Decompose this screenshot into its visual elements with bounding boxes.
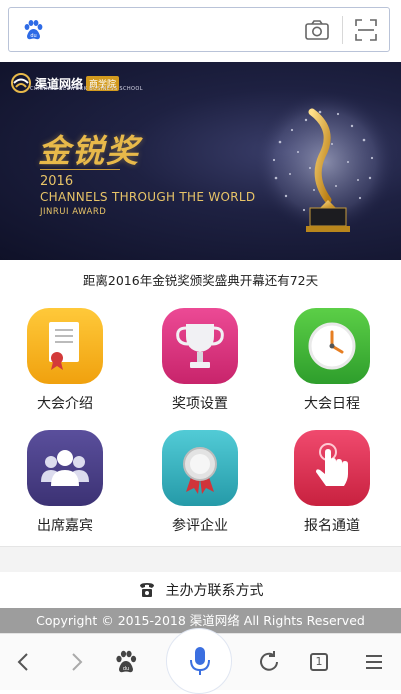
contact-label: 主办方联系方式 bbox=[165, 583, 264, 599]
chevron-right-icon[interactable] bbox=[62, 648, 90, 676]
clock-icon bbox=[294, 308, 370, 384]
contact-organizer-link[interactable]: 主办方联系方式 bbox=[0, 572, 401, 608]
refresh-icon[interactable] bbox=[255, 648, 283, 676]
touch-hand-icon bbox=[294, 430, 370, 506]
menu-item-companies[interactable]: 参评企业 bbox=[140, 425, 260, 540]
camera-icon[interactable] bbox=[304, 18, 330, 42]
award-year: 2016 bbox=[40, 174, 74, 189]
menu-item-label: 大会日程 bbox=[304, 396, 360, 412]
baidu-paw-icon[interactable]: du bbox=[112, 648, 140, 676]
tabs-count: 1 bbox=[315, 655, 323, 668]
brand-subtitle: CHANNEL NETWORK BUSINESS SCHOOL bbox=[30, 86, 143, 92]
menu-item-label: 参评企业 bbox=[172, 518, 228, 534]
menu-icon[interactable] bbox=[360, 648, 388, 676]
award-title: 金锐奖 bbox=[38, 132, 141, 170]
guests-icon bbox=[27, 430, 103, 506]
menu-item-label: 报名通道 bbox=[304, 518, 360, 534]
tabs-button[interactable]: 1 bbox=[305, 648, 333, 676]
medal-icon bbox=[162, 430, 238, 506]
menu-item-conference-intro[interactable]: 大会介绍 bbox=[5, 303, 125, 418]
section-divider bbox=[0, 546, 401, 572]
chevron-left-icon[interactable] bbox=[10, 648, 38, 676]
top-bar: du bbox=[0, 0, 401, 62]
channel-network-logo-icon bbox=[11, 73, 31, 93]
menu-item-schedule[interactable]: 大会日程 bbox=[272, 303, 392, 418]
menu-item-registration[interactable]: 报名通道 bbox=[272, 425, 392, 540]
menu-item-guests[interactable]: 出席嘉宾 bbox=[5, 425, 125, 540]
trophy-icon bbox=[162, 308, 238, 384]
menu-item-label: 出席嘉宾 bbox=[37, 518, 93, 534]
award-headline: CHANNELS THROUGH THE WORLD bbox=[40, 190, 256, 204]
document-certificate-icon bbox=[27, 308, 103, 384]
award-banner[interactable]: 渠道网络 商学院 CHANNEL NETWORK BUSINESS SCHOOL… bbox=[0, 62, 401, 260]
countdown-text: 距离2016年金锐奖颁奖盛典开幕还有72天 bbox=[82, 273, 319, 288]
svg-text:du: du bbox=[123, 666, 129, 672]
browser-bottom-bar: du 1 bbox=[0, 628, 401, 694]
globe-trophy-graphic bbox=[253, 90, 397, 234]
scan-icon[interactable] bbox=[354, 18, 378, 42]
svg-text:du: du bbox=[30, 33, 36, 39]
voice-search-button[interactable] bbox=[166, 628, 232, 694]
award-subline: JINRUI AWARD bbox=[40, 207, 107, 217]
menu-item-awards[interactable]: 奖项设置 bbox=[140, 303, 260, 418]
menu-item-label: 大会介绍 bbox=[37, 396, 93, 412]
menu-item-label: 奖项设置 bbox=[172, 396, 228, 412]
microphone-icon bbox=[190, 647, 210, 675]
baidu-paw-icon[interactable]: du bbox=[21, 18, 45, 42]
search-box[interactable]: du bbox=[8, 7, 390, 52]
award-underline bbox=[40, 169, 120, 170]
telephone-icon bbox=[139, 583, 154, 597]
separator bbox=[342, 16, 343, 44]
